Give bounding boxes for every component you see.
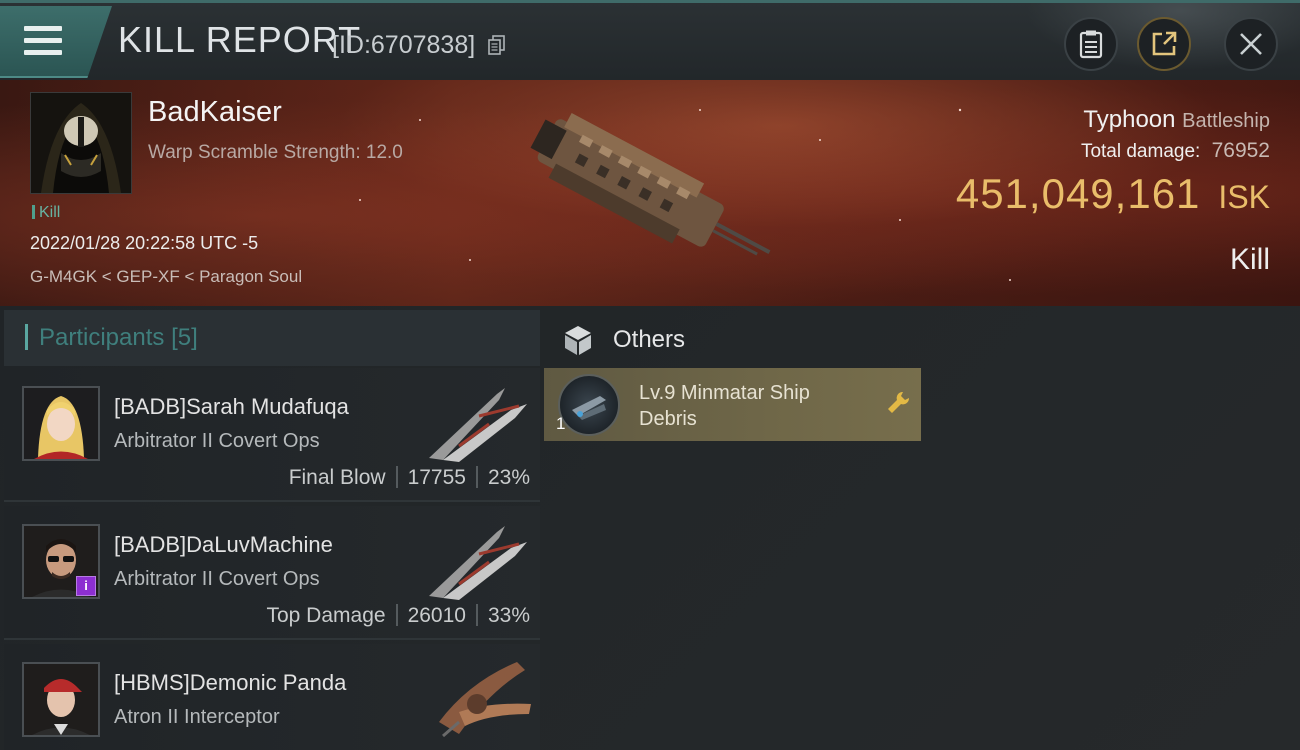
result-label: Kill (1229, 243, 1270, 276)
participant-ship: Arbitrator II Covert Ops (114, 430, 320, 452)
participant-name[interactable]: [BADB]Sarah Mudafuqa (114, 394, 349, 420)
share-button[interactable] (1137, 17, 1191, 71)
item-quantity: 1 (556, 414, 566, 433)
participants-panel: Participants [5] [BADB]Sarah Mudafuqa Ar… (4, 310, 540, 750)
close-icon (1240, 33, 1262, 55)
participants-title: Participants [5] (39, 324, 198, 352)
location-path[interactable]: G-M4GK < GEP-XF < Paragon Soul (30, 267, 302, 287)
clipboard-icon (1079, 30, 1103, 59)
share-icon (1152, 31, 1177, 56)
top-bar: KILL REPORT [ID:6707838] (0, 0, 1300, 81)
page-title: KILL REPORT (118, 19, 362, 60)
total-damage-value: 76952 (1211, 139, 1270, 162)
participant-stats: Top Damage 26010 33% (266, 604, 530, 628)
others-title: Others (613, 326, 686, 353)
participant-stats: Final Blow 17755 23% (289, 466, 530, 490)
participants-label: Participants (39, 324, 165, 351)
total-damage-label: Total damage: (1080, 141, 1201, 162)
participant-ship: Atron II Interceptor (114, 706, 280, 728)
isk-value: 451,049,161 ISK (956, 170, 1270, 218)
stat-divider (475, 604, 478, 626)
participant-row[interactable]: [BADB]Sarah Mudafuqa Arbitrator II Cover… (4, 368, 540, 502)
participant-damage: 26010 (407, 604, 466, 627)
total-damage: Total damage: 76952 (1081, 139, 1270, 163)
report-button[interactable] (1064, 17, 1118, 71)
participants-count: [5] (171, 324, 198, 351)
report-id: [ID:6707838] (332, 31, 476, 59)
info-badge-icon: i (76, 576, 96, 596)
others-panel: Others 1 Lv.9 Minmatar Ship Debris (544, 310, 1300, 750)
menu-button[interactable] (0, 6, 112, 78)
victim-avatar[interactable] (30, 92, 132, 194)
cap-portrait-icon (24, 664, 98, 735)
participant-ship: Arbitrator II Covert Ops (114, 568, 320, 590)
participant-name[interactable]: [HBMS]Demonic Panda (114, 670, 346, 696)
blonde-portrait-icon (24, 388, 98, 459)
cube-icon (565, 326, 591, 355)
item-name: Lv.9 Minmatar Ship Debris (639, 382, 810, 430)
close-button[interactable] (1224, 17, 1278, 71)
loot-item[interactable]: 1 Lv.9 Minmatar Ship Debris (544, 368, 921, 441)
hamburger-icon (24, 26, 62, 56)
participant-role: Final Blow (288, 466, 386, 489)
ship-class: Battleship (1182, 110, 1270, 132)
stat-divider (395, 466, 398, 488)
kill-tag: Kill (32, 204, 60, 222)
victim-stat: Warp Scramble Strength: 12.0 (148, 142, 403, 163)
participant-percent: 33% (487, 604, 530, 627)
battleship-icon (530, 113, 771, 256)
avatar[interactable] (22, 386, 100, 461)
timestamp: 2022/01/28 20:22:58 UTC -5 (30, 233, 259, 253)
isk-amount: 451,049,161 (955, 170, 1201, 217)
participant-percent: 23% (487, 466, 530, 489)
participants-header: Participants [5] (4, 310, 540, 366)
participant-row[interactable]: i [BADB]DaLuvMachine Arbitrator II Cover… (4, 506, 540, 640)
stat-divider (395, 604, 398, 626)
others-header: Others (544, 310, 1300, 366)
frigate-ship-icon (429, 388, 527, 462)
frigate-ship-icon (429, 526, 527, 600)
interceptor-ship-icon (439, 662, 531, 738)
participant-damage: 17755 (407, 466, 466, 489)
participant-role: Top Damage (266, 604, 386, 627)
copy-icon[interactable] (488, 35, 506, 55)
victim-name[interactable]: BadKaiser (148, 96, 282, 129)
participant-row[interactable]: [HBMS]Demonic Panda Atron II Interceptor (4, 644, 540, 750)
debris-icon (558, 374, 620, 436)
isk-unit: ISK (1218, 179, 1270, 215)
participant-name[interactable]: [BADB]DaLuvMachine (114, 532, 333, 558)
ship-name: Typhoon (1083, 106, 1176, 133)
victim-ship[interactable]: Typhoon Battleship (1083, 106, 1270, 134)
header-accent-bar (25, 324, 28, 350)
avatar[interactable] (22, 662, 100, 737)
stat-divider (475, 466, 478, 488)
hooded-portrait-icon (31, 93, 131, 193)
wrench-icon[interactable] (885, 390, 911, 416)
victim-banner: BadKaiser Warp Scramble Strength: 12.0 K… (0, 80, 1300, 306)
